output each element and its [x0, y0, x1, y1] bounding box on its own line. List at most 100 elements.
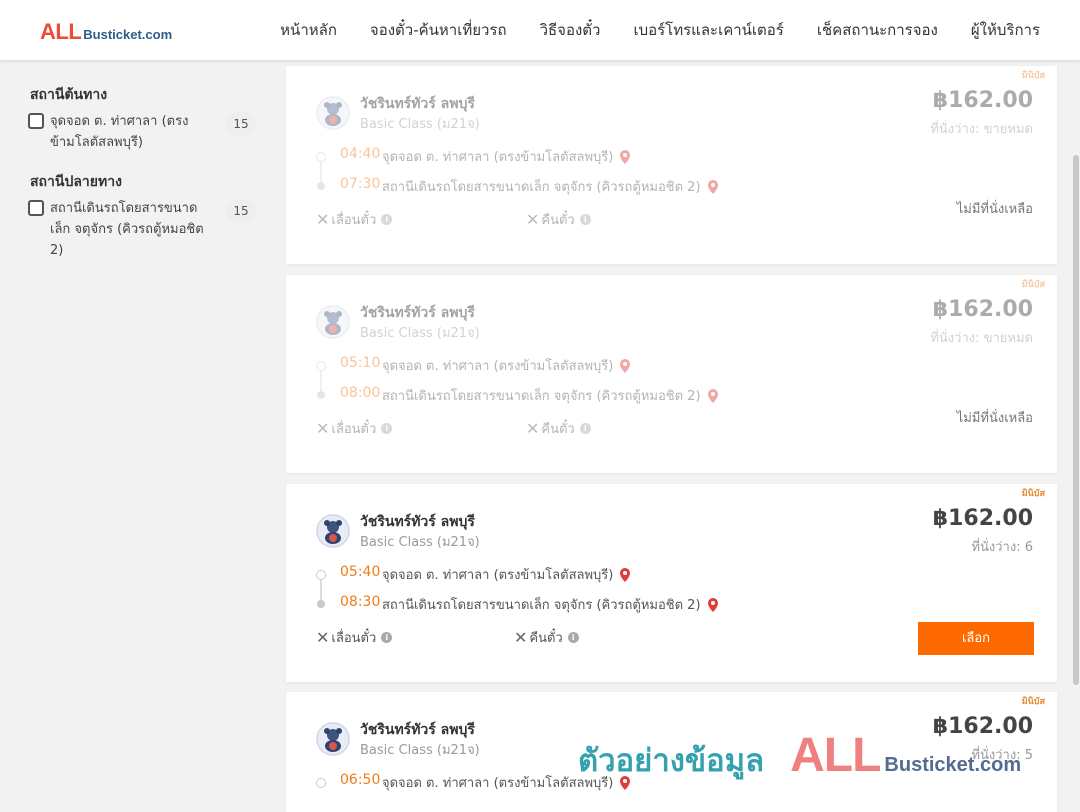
postpone-label: เลื่อนตั๋ว [331, 213, 377, 228]
info-icon[interactable]: i [381, 214, 393, 225]
scrollbar-thumb[interactable] [1073, 155, 1079, 685]
postpone-policy[interactable]: ✕ เลื่อนตั๋ว i [316, 418, 393, 439]
x-icon: ✕ [514, 628, 528, 647]
top-header: ALL Busticket.com หน้าหลัก จองตั๋ว-ค้นหา… [0, 0, 1080, 60]
arrive-dot-icon [317, 182, 325, 190]
vehicle-type-tag: มินิบัส [1021, 697, 1045, 707]
depart-time: 06:50 [340, 772, 381, 788]
depart-stop: จุดจอด ต. ท่าศาลา (ตรงข้ามโลตัสลพบุรี) [382, 564, 631, 585]
select-trip-button[interactable]: เลือก [918, 622, 1034, 655]
arrive-stop-label: สถานีเดินรถโดยสารขนาดเล็ก จตุจักร (คิวรถ… [382, 389, 701, 404]
operator-name: วัชรินทร์ทัวร์ ลพบุรี [360, 305, 475, 321]
refund-policy[interactable]: ✕ คืนตั๋ว i [526, 209, 591, 230]
arrive-stop-label: สถานีเดินรถโดยสารขนาดเล็ก จตุจักร (คิวรถ… [382, 180, 701, 195]
depart-dot-icon [316, 361, 326, 371]
x-icon: ✕ [316, 628, 330, 647]
map-pin-icon[interactable] [619, 358, 631, 374]
destination-filter-label: สถานีเดินรถโดยสารขนาดเล็ก จตุจักร (คิวรถ… [50, 201, 204, 258]
map-pin-icon[interactable] [619, 149, 631, 165]
arrive-time: 07:30 [340, 176, 381, 192]
info-icon[interactable]: i [381, 423, 393, 434]
operator-logo-icon [316, 722, 350, 756]
nav-operators[interactable]: ผู้ให้บริการ [971, 18, 1040, 42]
postpone-label: เลื่อนตั๋ว [331, 631, 377, 646]
seats-available: ที่นั่งว่าง: 6 [971, 540, 1033, 555]
trip-card: วัชรินทร์ทัวร์ ลพบุรี Basic Class (ม21จ)… [286, 484, 1057, 682]
site-logo[interactable]: ALL Busticket.com [40, 19, 172, 45]
info-icon[interactable]: i [579, 423, 591, 434]
origin-filter-option[interactable]: จุดจอด ต. ท่าศาลา (ตรงข้ามโลตัสลพบุรี) 1… [28, 111, 258, 153]
arrive-stop-label: สถานีเดินรถโดยสารขนาดเล็ก จตุจักร (คิวรถ… [382, 598, 701, 613]
arrive-time: 08:30 [340, 594, 381, 610]
depart-stop-label: จุดจอด ต. ท่าศาลา (ตรงข้ามโลตัสลพบุรี) [382, 568, 614, 583]
origin-count-badge: 15 [226, 112, 256, 136]
info-icon[interactable]: i [579, 214, 591, 225]
refund-label: คืนตั๋ว [541, 422, 575, 437]
destination-filter-title: สถานีปลายทาง [30, 174, 122, 190]
operator-name: วัชรินทร์ทัวร์ ลพบุรี [360, 722, 475, 738]
logo-all-text: ALL [40, 19, 82, 44]
map-pin-icon[interactable] [707, 388, 719, 404]
no-seats-status: ไม่มีที่นั่งเหลือ [956, 411, 1033, 426]
refund-policy[interactable]: ✕ คืนตั๋ว i [526, 418, 591, 439]
depart-dot-icon [316, 778, 326, 788]
trip-card: วัชรินทร์ทัวร์ ลพบุรี Basic Class (ม21จ)… [286, 692, 1057, 812]
trip-price: ฿162.00 [932, 506, 1033, 531]
filter-sidebar: สถานีต้นทาง จุดจอด ต. ท่าศาลา (ตรงข้ามโล… [0, 60, 270, 800]
bus-class: Basic Class (ม21จ) [360, 326, 480, 341]
info-icon[interactable]: i [381, 632, 393, 643]
map-pin-icon[interactable] [619, 775, 631, 791]
seats-available: ที่นั่งว่าง: 5 [971, 748, 1033, 763]
vehicle-type-tag: มินิบัส [1021, 71, 1045, 81]
origin-checkbox[interactable] [28, 113, 44, 129]
origin-filter-title: สถานีต้นทาง [30, 87, 108, 103]
trip-price: ฿162.00 [932, 88, 1033, 113]
map-pin-icon[interactable] [619, 567, 631, 583]
origin-filter-label: จุดจอด ต. ท่าศาลา (ตรงข้ามโลตัสลพบุรี) [50, 114, 189, 150]
seats-available: ที่นั่งว่าง: ขายหมด [930, 331, 1033, 346]
x-icon: ✕ [316, 419, 330, 438]
depart-stop: จุดจอด ต. ท่าศาลา (ตรงข้ามโลตัสลพบุรี) [382, 146, 631, 167]
nav-phone-counters[interactable]: เบอร์โทรและเคาน์เตอร์ [633, 18, 783, 42]
destination-count-badge: 15 [226, 199, 256, 223]
refund-label: คืนตั๋ว [541, 213, 575, 228]
vehicle-type-tag: มินิบัส [1021, 280, 1045, 290]
destination-checkbox[interactable] [28, 200, 44, 216]
depart-stop-label: จุดจอด ต. ท่าศาลา (ตรงข้ามโลตัสลพบุรี) [382, 150, 614, 165]
arrive-time: 08:00 [340, 385, 381, 401]
seats-available: ที่นั่งว่าง: ขายหมด [930, 122, 1033, 137]
arrive-stop: สถานีเดินรถโดยสารขนาดเล็ก จตุจักร (คิวรถ… [382, 176, 719, 197]
map-pin-icon[interactable] [707, 179, 719, 195]
depart-time: 05:10 [340, 355, 381, 371]
nav-check-booking[interactable]: เช็คสถานะการจอง [817, 18, 938, 42]
arrive-dot-icon [317, 600, 325, 608]
postpone-policy[interactable]: ✕ เลื่อนตั๋ว i [316, 209, 393, 230]
vehicle-type-tag: มินิบัส [1021, 489, 1045, 499]
nav-home[interactable]: หน้าหลัก [280, 18, 337, 42]
no-seats-status: ไม่มีที่นั่งเหลือ [956, 202, 1033, 217]
arrive-stop: สถานีเดินรถโดยสารขนาดเล็ก จตุจักร (คิวรถ… [382, 594, 719, 615]
depart-stop-label: จุดจอด ต. ท่าศาลา (ตรงข้ามโลตัสลพบุรี) [382, 359, 614, 374]
x-icon: ✕ [526, 419, 540, 438]
postpone-policy[interactable]: ✕ เลื่อนตั๋ว i [316, 627, 393, 648]
x-icon: ✕ [316, 210, 330, 229]
logo-busticket-text: Busticket.com [83, 27, 173, 42]
depart-dot-icon [316, 570, 326, 580]
refund-label: คืนตั๋ว [529, 631, 563, 646]
nav-how-to-book[interactable]: วิธีจองตั๋ว [540, 18, 601, 42]
depart-stop-label: จุดจอด ต. ท่าศาลา (ตรงข้ามโลตัสลพบุรี) [382, 776, 614, 791]
trip-card: วัชรินทร์ทัวร์ ลพบุรี Basic Class (ม21จ)… [286, 275, 1057, 473]
destination-filter-option[interactable]: สถานีเดินรถโดยสารขนาดเล็ก จตุจักร (คิวรถ… [28, 198, 258, 261]
bus-class: Basic Class (ม21จ) [360, 743, 480, 758]
refund-policy[interactable]: ✕ คืนตั๋ว i [514, 627, 579, 648]
depart-time: 05:40 [340, 564, 381, 580]
depart-stop: จุดจอด ต. ท่าศาลา (ตรงข้ามโลตัสลพบุรี) [382, 355, 631, 376]
info-icon[interactable]: i [567, 632, 579, 643]
depart-time: 04:40 [340, 146, 381, 162]
main-nav: หน้าหลัก จองตั๋ว-ค้นหาเที่ยวรถ วิธีจองตั… [280, 0, 1040, 60]
operator-logo-icon [316, 96, 350, 130]
operator-logo-icon [316, 305, 350, 339]
map-pin-icon[interactable] [707, 597, 719, 613]
depart-stop: จุดจอด ต. ท่าศาลา (ตรงข้ามโลตัสลพบุรี) [382, 772, 631, 793]
nav-book-search[interactable]: จองตั๋ว-ค้นหาเที่ยวรถ [370, 18, 507, 42]
